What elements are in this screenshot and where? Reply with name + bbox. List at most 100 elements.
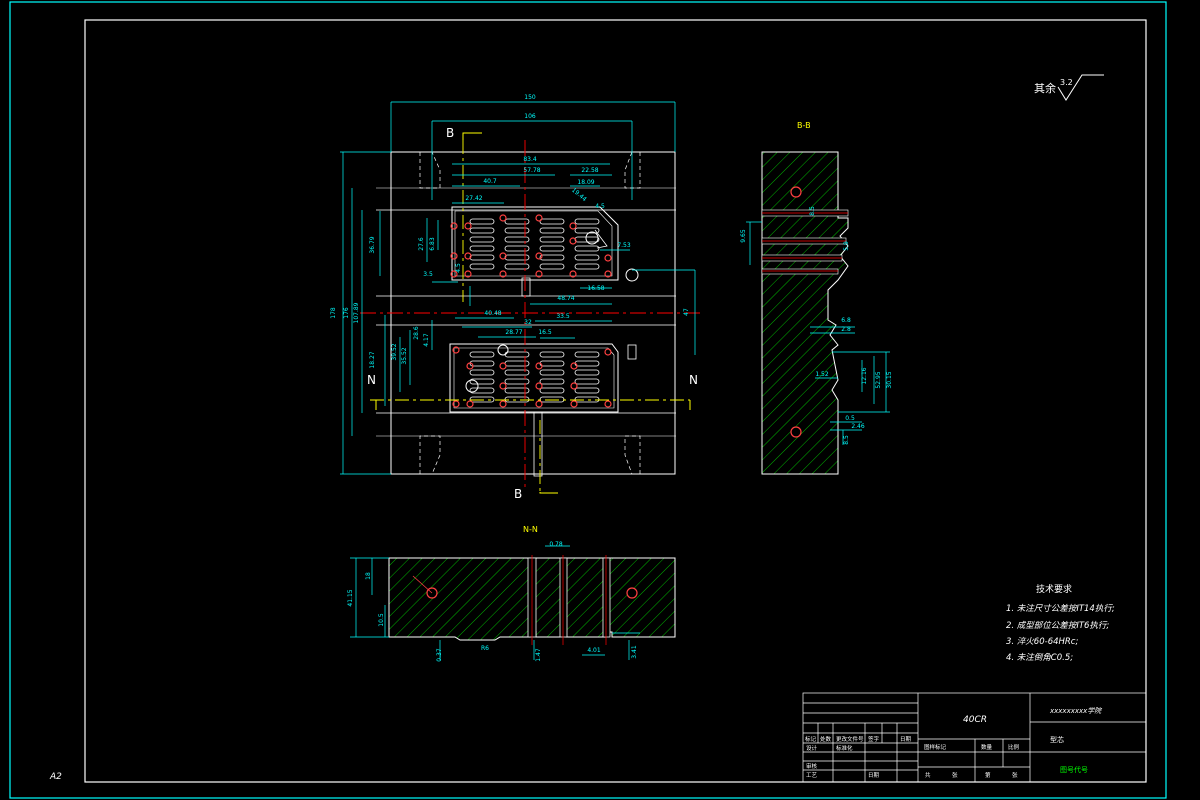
dimension-label: 41.15 bbox=[347, 589, 354, 606]
dimension-label: 57.78 bbox=[523, 167, 540, 174]
stage-header-1: 图样标记 bbox=[924, 743, 947, 751]
dimension-label: 40.7 bbox=[483, 178, 497, 185]
sheet-row-2: 张 bbox=[952, 771, 958, 779]
dimension-label: 35.52 bbox=[401, 347, 408, 364]
tech-req-title: 技术要求 bbox=[1036, 583, 1072, 595]
slot bbox=[574, 218, 600, 225]
dimension-label: 1.47 bbox=[535, 648, 542, 662]
dimension-label: 0.78 bbox=[549, 541, 563, 548]
role-design: 设计 bbox=[806, 744, 818, 752]
dimension-label: 1.52 bbox=[815, 371, 829, 378]
dimension-label: 9.65 bbox=[740, 229, 747, 243]
dimension-label: 6.83 bbox=[429, 237, 436, 251]
dimension-label: 5.9 bbox=[843, 241, 850, 251]
cut-n-left-label: N bbox=[367, 373, 376, 387]
slot bbox=[539, 369, 565, 376]
pin-hole bbox=[499, 382, 507, 390]
stage-header-3: 比例 bbox=[1008, 743, 1020, 751]
dimension-label: 52.95 bbox=[875, 371, 882, 388]
plan-dimension-lines bbox=[340, 101, 696, 475]
cut-plane-b: B B bbox=[446, 126, 558, 501]
pin-hole bbox=[535, 252, 543, 260]
dimension-label: 4.01 bbox=[587, 647, 601, 654]
slot bbox=[469, 254, 495, 261]
title-part-name: 型芯 bbox=[1050, 735, 1064, 744]
tech-req-item-1: 1. 未注尺寸公差按IT14执行; bbox=[1006, 603, 1115, 614]
slot bbox=[469, 263, 495, 270]
dimension-label: 47 bbox=[683, 308, 690, 316]
lower-core-insert bbox=[449, 343, 637, 413]
dimension-label: 12.16 bbox=[861, 367, 868, 384]
dimension-label: R6 bbox=[481, 645, 489, 652]
plan-view: B B N N 15010683.457.7840.727.4222.5818.… bbox=[330, 94, 700, 501]
slot bbox=[539, 245, 565, 252]
pin-hole bbox=[570, 400, 578, 408]
dimension-label: 16.58 bbox=[587, 285, 604, 292]
plan-dimension-texts: 150 106 83.4 57.78 40.7 27.42 22.58 18.0919.44 4… bbox=[330, 94, 690, 369]
cut-b-top-label: B bbox=[446, 126, 454, 140]
slot bbox=[469, 227, 495, 234]
dimension-label: 0.37 bbox=[436, 648, 443, 662]
slot bbox=[539, 263, 565, 270]
dimension-label: 8.5 bbox=[809, 206, 816, 216]
dimension-label: 18 bbox=[365, 572, 372, 580]
pin-hole bbox=[570, 382, 578, 390]
dimension-label: 22.58 bbox=[581, 167, 598, 174]
tech-req-item-3: 3. 淬火60-64HRc; bbox=[1006, 636, 1078, 647]
dimension-label: 150 bbox=[524, 94, 536, 101]
engineering-drawing-sheet: A2 其余 3.2 B B N N 15010683.457.7840.727.… bbox=[9, 1, 1167, 799]
slot bbox=[539, 396, 565, 403]
slot bbox=[574, 378, 600, 385]
section-bb-body bbox=[761, 151, 849, 475]
dimension-label: 2.8 bbox=[841, 326, 851, 333]
pin-hole bbox=[604, 254, 612, 262]
dimension-label: 28.6 bbox=[413, 326, 420, 340]
pin-hole bbox=[535, 400, 543, 408]
role-review: 审核 bbox=[806, 762, 818, 770]
stage-header-2: 数量 bbox=[981, 743, 993, 751]
dimension-label: 27.42 bbox=[465, 195, 482, 202]
section-bb-title: B-B bbox=[797, 121, 811, 130]
slot-grid-lower bbox=[469, 351, 600, 403]
dimension-label: 4.5 bbox=[595, 203, 605, 210]
dimension-label: 28.77 bbox=[505, 329, 522, 336]
dimension-label: 19.44 bbox=[570, 187, 588, 204]
pin-hole bbox=[466, 400, 474, 408]
cut-b-bottom-label: B bbox=[514, 487, 522, 501]
slot bbox=[574, 263, 600, 270]
tech-req-item-4: 4. 未注倒角C0.5; bbox=[1006, 652, 1073, 663]
dimension-label: 2.46 bbox=[851, 423, 865, 430]
sheet-size-label: A2 bbox=[49, 772, 62, 782]
pin-hole bbox=[535, 382, 543, 390]
sheet-row-1: 共 bbox=[925, 771, 931, 779]
title-school: xxxxxxxxx学院 bbox=[1049, 707, 1102, 715]
dimension-label: 83.4 bbox=[523, 156, 537, 163]
pin-hole bbox=[569, 222, 577, 230]
tech-req-item-2: 2. 成型部位公差按IT6执行; bbox=[1006, 620, 1109, 631]
sign-header-2: 处数 bbox=[820, 735, 832, 743]
sign-header-4: 签字 bbox=[868, 735, 880, 743]
title-material: 40CR bbox=[963, 715, 987, 725]
role-process: 工艺 bbox=[806, 772, 818, 779]
dimension-label: 27.6 bbox=[418, 237, 425, 251]
slot bbox=[539, 227, 565, 234]
dimension-label: 178 bbox=[330, 307, 337, 319]
dimension-label: 3.41 bbox=[631, 645, 638, 659]
slot bbox=[469, 236, 495, 243]
dimension-label: 36.79 bbox=[369, 236, 376, 253]
roughness-value: 3.2 bbox=[1060, 78, 1073, 87]
dimension-label: 8.5 bbox=[843, 435, 850, 445]
role-date: 日期 bbox=[868, 772, 880, 779]
pin-hole bbox=[499, 214, 507, 222]
inner-frame bbox=[84, 19, 1147, 783]
roughness-prefix: 其余 bbox=[1034, 81, 1056, 95]
dimension-label: 32 bbox=[524, 319, 532, 326]
dimension-label: 33.5 bbox=[556, 313, 570, 320]
sheet-row-4: 张 bbox=[1012, 771, 1018, 779]
dimension-label: 3.5 bbox=[423, 271, 433, 278]
dimension-label: 30.15 bbox=[886, 371, 893, 388]
slot bbox=[539, 254, 565, 261]
dimension-label: 7.53 bbox=[617, 242, 631, 249]
section-nn-title: N-N bbox=[523, 525, 538, 534]
slot bbox=[469, 351, 495, 358]
